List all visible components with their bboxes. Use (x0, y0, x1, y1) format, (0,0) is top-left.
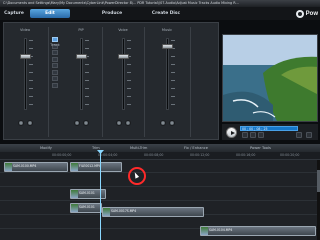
playhead-line[interactable] (100, 150, 101, 240)
clip-name: SAM-0101 (79, 205, 95, 209)
channel-pip: PiP (66, 28, 96, 136)
stop-icon[interactable] (242, 132, 248, 138)
channel-divider (190, 27, 191, 137)
timeline-clip[interactable]: SAM-0100.MP4 (4, 162, 68, 172)
fade-in-button[interactable] (17, 120, 24, 126)
fade-out-button[interactable] (168, 120, 175, 126)
channel-buttons (66, 120, 96, 126)
volume-track (165, 38, 169, 110)
strip-label: Track (50, 43, 60, 47)
volume-icon[interactable] (296, 132, 302, 138)
track-toggle[interactable] (52, 63, 58, 68)
ruler-tick: 00:00:08;00 (144, 153, 164, 157)
timeline-tracks: SAM-0100.MP4 FILE0012.MP4 SAM-0101 SAM-0… (0, 160, 320, 240)
fade-out-button[interactable] (124, 120, 131, 126)
fade-in-button[interactable] (115, 120, 122, 126)
ruler-tick: 00:00:00;00 (52, 153, 72, 157)
ruler-tick: 00:00:20;00 (280, 153, 300, 157)
clip-thumbnail (71, 190, 78, 198)
fade-in-button[interactable] (159, 120, 166, 126)
channel-buttons (108, 120, 138, 126)
tab-modify[interactable]: Modify (40, 145, 52, 151)
clip-name: SAM-0104.MP4 (209, 228, 233, 232)
volume-scale (29, 40, 33, 108)
timecode-display: 00 ; 00 ; 08 ; 25 (240, 126, 298, 131)
fade-out-button[interactable] (82, 120, 89, 126)
channel-label: Voice (118, 28, 128, 32)
tab-multi-trim[interactable]: Multi-Trim (130, 145, 147, 151)
track-toggle[interactable] (52, 76, 58, 81)
tab-power-tools[interactable]: Power Tools (250, 145, 271, 151)
track-toggle[interactable] (52, 56, 58, 62)
volume-slider-music[interactable] (161, 43, 173, 49)
timeline-clip[interactable]: FILE0012.MP4 (70, 162, 122, 172)
clip-name: FILE0012.MP4 (79, 164, 101, 168)
channel-divider (144, 27, 145, 137)
volume-track (79, 38, 83, 110)
channel-voice: Voice (108, 28, 138, 136)
timeline-toolbar: Modify Trim Multi-Trim Fix / Enhance Pow… (0, 144, 320, 152)
menu-bar: Capture Edit Produce Create Disc Pow (0, 7, 320, 20)
track-toggle[interactable] (52, 69, 58, 75)
timeline-clip[interactable]: SAM-0017S.MP4 (102, 207, 204, 217)
video-preview (222, 34, 318, 122)
clip-name: SAM-0017S.MP4 (111, 209, 137, 213)
channel-buttons (10, 120, 40, 126)
brand-logo: Pow (295, 9, 318, 18)
timeline-ruler[interactable]: 00:00:00;00 00:00:04;00 00:00:08;00 00:0… (0, 152, 320, 160)
tab-edit[interactable]: Edit (30, 9, 70, 18)
volume-slider-video[interactable] (19, 53, 31, 59)
channel-music: Music (152, 28, 182, 136)
track-lane (0, 188, 320, 201)
channel-buttons (152, 120, 182, 126)
tab-fix-enhance[interactable]: Fix / Enhance (184, 145, 208, 151)
play-icon[interactable] (226, 127, 237, 138)
volume-slider-pip[interactable] (75, 53, 87, 59)
track-toggle[interactable] (52, 37, 58, 42)
channel-divider (102, 27, 103, 137)
clip-name: SAM-0100.MP4 (13, 164, 37, 168)
audio-mixer-panel: Video Track PiP Voice Music (3, 22, 219, 140)
brand-text: Pow (305, 10, 318, 17)
fade-out-button[interactable] (26, 120, 33, 126)
clip-thumbnail (5, 163, 12, 171)
channel-video: Video (10, 28, 40, 136)
clip-thumbnail (201, 227, 208, 235)
preview-frame-image (223, 35, 317, 121)
fullscreen-icon[interactable] (306, 132, 312, 138)
next-frame-icon[interactable] (258, 132, 264, 138)
window-title: C:\Documents and Settings\Mary\My Docume… (0, 0, 320, 7)
ruler-tick: 00:00:16;00 (236, 153, 256, 157)
channel-label: Video (19, 28, 31, 32)
fade-in-button[interactable] (73, 120, 80, 126)
track-toggle[interactable] (52, 82, 58, 88)
prev-frame-icon[interactable] (250, 132, 256, 138)
clip-thumbnail (71, 204, 78, 212)
volume-scale (127, 40, 131, 108)
clip-name: SAM-0101 (79, 191, 95, 195)
clip-thumbnail (103, 208, 110, 216)
track-lane (0, 174, 320, 187)
timeline-clip[interactable]: SAM-0101 (70, 203, 102, 213)
tab-capture[interactable]: Capture (2, 9, 26, 18)
channel-label: PiP (78, 28, 84, 32)
timeline-clip[interactable]: SAM-0104.MP4 (200, 226, 316, 236)
playback-controls: 00 ; 00 ; 08 ; 25 (222, 124, 318, 140)
track-toggle[interactable] (52, 50, 58, 55)
tab-produce[interactable]: Produce (96, 9, 128, 18)
channel-label: Music (161, 28, 173, 32)
clip-thumbnail (71, 163, 78, 171)
power-logo-icon (295, 9, 304, 18)
tab-create-disc[interactable]: Create Disc (146, 9, 186, 18)
volume-slider-voice[interactable] (117, 53, 129, 59)
volume-scale (85, 40, 89, 108)
volume-track (121, 38, 125, 110)
volume-track (23, 38, 27, 110)
ruler-tick: 00:00:12;00 (190, 153, 210, 157)
volume-scale (171, 40, 175, 108)
